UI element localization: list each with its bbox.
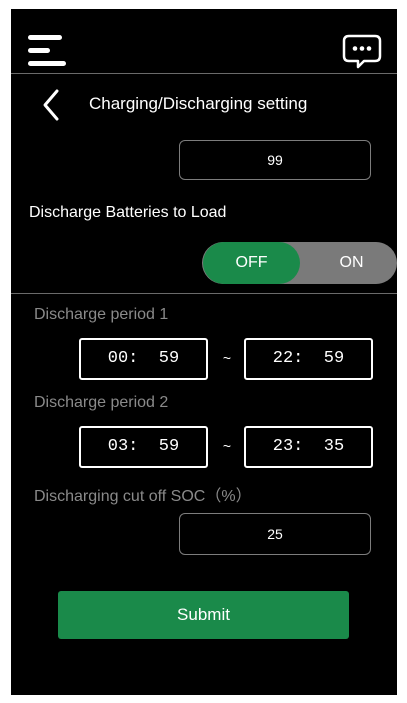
menu-line <box>28 35 62 40</box>
hamburger-menu-icon[interactable] <box>28 35 66 69</box>
discharge-to-load-toggle[interactable]: OFF ON <box>202 242 397 284</box>
menu-line <box>28 61 66 66</box>
chevron-left-icon[interactable] <box>39 87 65 123</box>
cutoff-soc-label: Discharging cut off SOC（%） <box>34 488 252 505</box>
period-1-end-time[interactable]: 22: 59 <box>244 338 373 380</box>
period-2-start-time[interactable]: 03: 59 <box>79 426 208 468</box>
menu-line <box>28 48 50 53</box>
section-divider <box>11 293 397 294</box>
charge-value-input[interactable] <box>179 140 371 180</box>
period-2-end-time[interactable]: 23: 35 <box>244 426 373 468</box>
submit-button[interactable]: Submit <box>58 591 349 639</box>
app-screen: Charging/Discharging setting Discharge B… <box>11 9 397 695</box>
period-2-separator: ~ <box>222 438 232 454</box>
period-1-separator: ~ <box>222 350 232 366</box>
discharge-period-2-label: Discharge period 2 <box>34 394 169 411</box>
page-title: Charging/Discharging setting <box>89 94 308 113</box>
cutoff-soc-input[interactable] <box>179 513 371 555</box>
toggle-on-option[interactable]: ON <box>306 242 397 284</box>
discharge-to-load-label: Discharge Batteries to Load <box>29 204 227 221</box>
discharge-period-1-label: Discharge period 1 <box>34 306 169 323</box>
header-divider <box>11 73 397 74</box>
period-1-start-time[interactable]: 00: 59 <box>79 338 208 380</box>
chat-bubble-icon[interactable] <box>342 34 382 70</box>
toggle-off-option[interactable]: OFF <box>203 242 300 284</box>
top-bar <box>11 9 397 73</box>
